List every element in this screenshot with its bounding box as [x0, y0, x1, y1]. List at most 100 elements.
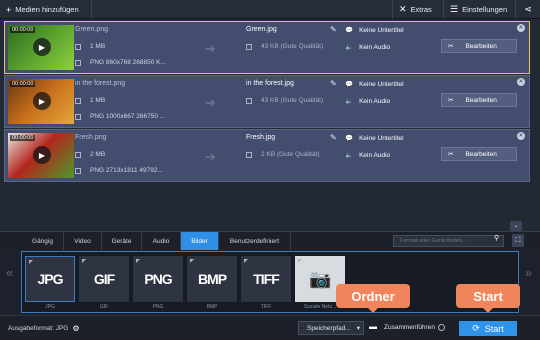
format-tile-title: BMP: [197, 271, 227, 287]
corner-marker-icon: [82, 259, 86, 263]
format-tile-gif[interactable]: GIF: [79, 256, 129, 302]
scissors-icon: ✂: [448, 151, 454, 158]
collapse-panel-icon[interactable]: ⌄: [510, 221, 522, 231]
gear-icon[interactable]: ⚙: [72, 324, 79, 333]
extras-button[interactable]: ✕ Extras: [392, 0, 444, 19]
convert-arrow-icon: ➔: [205, 95, 216, 110]
output-file-name: Fresh.jpg: [246, 134, 276, 141]
tab-audio[interactable]: Audio: [142, 232, 181, 251]
output-file-name: Green.jpg: [246, 26, 277, 33]
merge-label: Zusammenführen: [384, 324, 435, 331]
chevron-down-icon: ▾: [356, 325, 360, 332]
output-size: 43 KB (Gute Qualität): [261, 43, 324, 50]
image-info-icon: [75, 113, 81, 120]
source-size: 2 MB: [90, 151, 106, 158]
remove-file-icon[interactable]: ✕: [517, 132, 525, 140]
tools-icon: ✕: [399, 4, 407, 14]
subtitle-selector[interactable]: 💬 Keine Untertitel: [345, 80, 404, 89]
output-format: Ausgabeformat: JPG ⚙: [8, 324, 80, 333]
format-tile-bmp[interactable]: BMP: [187, 256, 237, 302]
format-tile-title: TIFF: [253, 271, 280, 287]
source-size: 1 MB: [90, 43, 106, 50]
subtitle-selector[interactable]: 💬 Keine Untertitel: [345, 26, 404, 35]
file-size-icon: [246, 97, 252, 104]
share-icon: ⋖: [524, 4, 532, 14]
subtitle-label: Keine Untertitel: [359, 80, 404, 88]
top-toolbar: + Medien hinzufügen ✕ Extras ☰ Einstellu…: [0, 0, 540, 19]
tab-video[interactable]: Video: [64, 232, 102, 251]
file-size-icon: [246, 151, 252, 158]
camera-icon: 📷: [309, 268, 331, 289]
play-icon[interactable]: ▶: [33, 146, 51, 164]
source-file-name: Green.png: [75, 26, 109, 33]
extras-label: Extras: [410, 5, 432, 14]
scroll-right-icon[interactable]: »: [525, 265, 532, 280]
edit-button[interactable]: ✂ Bearbeiten: [441, 39, 517, 53]
image-info-icon: [75, 167, 81, 174]
start-button[interactable]: ⟳ Start: [459, 321, 517, 336]
file-thumbnail: 00:00:00 ▶: [8, 133, 74, 178]
format-tile-png[interactable]: PNG: [133, 256, 183, 302]
bottom-bar: Ausgabeformat: JPG ⚙ Speicherpfad... ▾ ▬…: [0, 315, 540, 340]
convert-arrow-icon: ➔: [205, 41, 216, 56]
source-file-name: in the forest.png: [75, 80, 126, 87]
scroll-left-icon[interactable]: «: [6, 265, 13, 280]
play-icon[interactable]: ▶: [33, 92, 51, 110]
edit-button[interactable]: ✂ Bearbeiten: [441, 147, 517, 161]
play-icon[interactable]: ▶: [33, 38, 51, 56]
source-size-info: 2 MB: [75, 151, 105, 158]
format-tile-jpg[interactable]: JPG: [25, 256, 75, 302]
audio-icon: 🔈: [345, 98, 354, 105]
source-format-info: PNG 1000x667 266750 ...: [75, 113, 165, 120]
tab-common[interactable]: Gängig: [22, 232, 64, 251]
file-thumbnail: 00:00:00 ▶: [8, 79, 74, 124]
rename-pencil-icon[interactable]: ✎: [330, 79, 337, 88]
subtitle-label: Keine Untertitel: [359, 26, 404, 34]
settings-button[interactable]: ☰ Einstellungen: [444, 0, 516, 19]
merge-toggle[interactable]: Zusammenführen: [384, 324, 445, 331]
remove-file-icon[interactable]: ✕: [517, 78, 525, 86]
search-icon[interactable]: ⚲: [494, 234, 499, 242]
save-path-dropdown[interactable]: Speicherpfad... ▾: [298, 321, 364, 335]
tab-custom[interactable]: Benutzerdefiniert: [219, 232, 291, 251]
tab-images[interactable]: Bilder: [181, 232, 219, 251]
audio-icon: 🔈: [345, 152, 354, 159]
add-media-label: Medien hinzufügen: [15, 5, 79, 14]
file-thumbnail: 00:00:00 ▶: [8, 25, 74, 70]
add-media-button[interactable]: + Medien hinzufügen: [0, 0, 92, 19]
scissors-icon: ✂: [448, 43, 454, 50]
audio-selector[interactable]: 🔈 Kein Audio: [345, 43, 390, 52]
file-row[interactable]: 00:00:00 ▶ Fresh.png 2 MB PNG 2713x1811 …: [4, 129, 530, 182]
file-row[interactable]: 00:00:00 ▶ in the forest.png 1 MB PNG 10…: [4, 75, 530, 128]
file-size-icon: [75, 151, 81, 158]
tab-devices[interactable]: Geräte: [102, 232, 142, 251]
remove-file-icon[interactable]: ✕: [517, 24, 525, 32]
corner-marker-icon: [29, 260, 33, 264]
timecode: 00:00:00: [10, 27, 36, 33]
edit-button[interactable]: ✂ Bearbeiten: [441, 93, 517, 107]
audio-selector[interactable]: 🔈 Kein Audio: [345, 151, 390, 160]
rename-pencil-icon[interactable]: ✎: [330, 133, 337, 142]
image-info-icon: [75, 59, 81, 66]
file-row[interactable]: 00:00:00 ▶ Green.png 1 MB PNG 860x768 26…: [4, 21, 530, 74]
output-size-info: 2 KB (Gute Qualität): [246, 151, 320, 158]
device-detect-icon[interactable]: ⛶: [512, 234, 524, 247]
share-button[interactable]: ⋖: [516, 0, 540, 19]
audio-selector[interactable]: 🔈 Kein Audio: [345, 97, 390, 106]
source-info: PNG 2713x1811 49792...: [90, 167, 163, 174]
timecode: 00:00:00: [10, 81, 36, 87]
convert-arrow-icon: ➔: [205, 149, 216, 164]
format-label: JPG: [45, 304, 55, 310]
format-search-input[interactable]: [393, 235, 504, 247]
edit-label: Bearbeiten: [465, 150, 497, 158]
format-tile-title: JPG: [37, 271, 63, 287]
format-tile-tiff[interactable]: TIFF: [241, 256, 291, 302]
audio-icon: 🔈: [345, 44, 354, 51]
folder-icon[interactable]: ▬: [369, 322, 377, 331]
rename-pencil-icon[interactable]: ✎: [330, 25, 337, 34]
subtitle-icon: 💬: [345, 135, 354, 142]
output-format-label: Ausgabeformat: JPG: [8, 325, 69, 332]
subtitle-selector[interactable]: 💬 Keine Untertitel: [345, 134, 404, 143]
callout-start: Start: [456, 284, 520, 313]
source-file-name: Fresh.png: [75, 134, 107, 141]
